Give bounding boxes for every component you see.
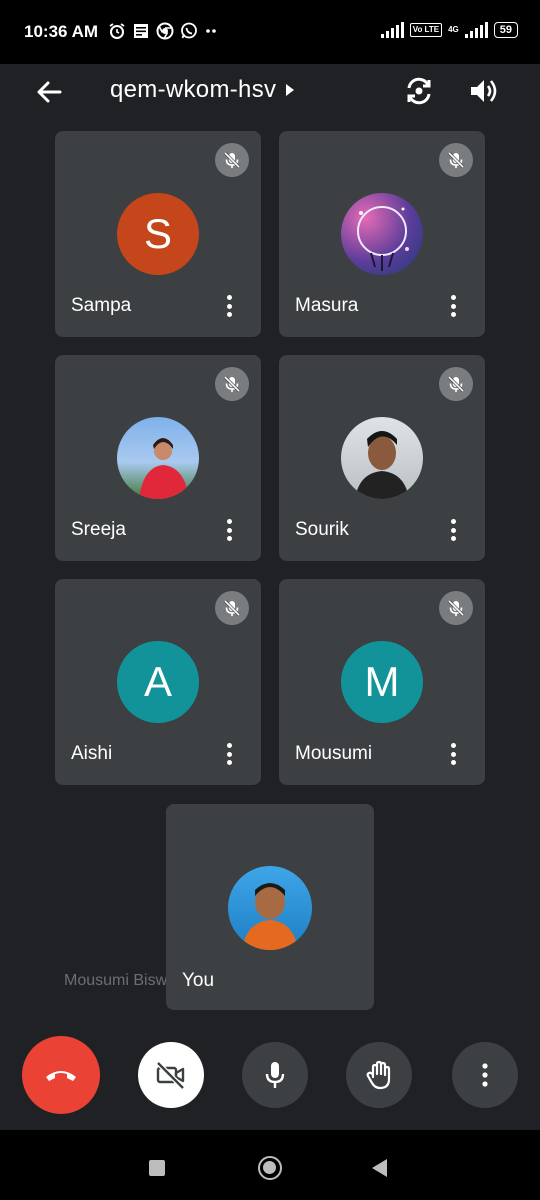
signal-icon xyxy=(380,22,404,38)
news-icon xyxy=(132,22,150,40)
system-icons: Vo LTE 4G 59 xyxy=(380,22,518,38)
phone-hangup-icon xyxy=(46,1071,76,1081)
back-button[interactable] xyxy=(32,76,68,108)
signal-icon-2 xyxy=(464,22,488,38)
avatar: S xyxy=(117,193,199,275)
avatar-photo xyxy=(139,438,189,499)
avatar-photo xyxy=(242,883,298,950)
participant-tile[interactable]: Masura xyxy=(279,131,485,337)
participant-tile[interactable]: Sourik xyxy=(279,355,485,561)
avatar-photo xyxy=(355,431,409,499)
mic-muted-icon xyxy=(215,143,249,177)
more-vertical-icon xyxy=(482,1063,488,1087)
caret-right-icon xyxy=(286,84,295,96)
meeting-header: qem-wkom-hsv xyxy=(0,64,540,120)
participant-options-button[interactable] xyxy=(443,293,463,319)
mic-muted-icon xyxy=(439,591,473,625)
avatar: A xyxy=(117,641,199,723)
participant-name: Sreeja xyxy=(71,519,126,540)
participant-tile[interactable]: Sreeja xyxy=(55,355,261,561)
status-time: 10:36 AM xyxy=(24,22,99,41)
raise-hand-icon xyxy=(366,1060,391,1090)
meeting-code: qem-wkom-hsv xyxy=(110,76,277,103)
speaker-icon xyxy=(471,80,497,102)
whatsapp-icon xyxy=(180,22,198,40)
system-navigation-bar xyxy=(0,1130,540,1200)
participant-name: Masura xyxy=(295,295,359,316)
participant-options-button[interactable] xyxy=(219,741,239,767)
participant-name: Sampa xyxy=(71,295,132,316)
mic-muted-icon xyxy=(439,143,473,177)
more-options-button[interactable] xyxy=(452,1042,518,1108)
mic-muted-icon xyxy=(215,591,249,625)
speaker-button[interactable] xyxy=(466,74,500,108)
battery-indicator: 59 xyxy=(493,22,518,38)
avatar-photo xyxy=(357,206,409,271)
participant-tile[interactable]: A Aishi xyxy=(55,579,261,785)
avatar: M xyxy=(341,641,423,723)
system-back-button[interactable] xyxy=(372,1159,387,1177)
participant-options-button[interactable] xyxy=(443,741,463,767)
switch-camera-button[interactable] xyxy=(402,74,436,108)
microphone-button[interactable] xyxy=(242,1042,308,1108)
end-call-button[interactable] xyxy=(22,1036,100,1114)
self-label: You xyxy=(182,970,215,991)
recents-button[interactable] xyxy=(149,1160,165,1176)
meeting-code-button[interactable]: qem-wkom-hsv xyxy=(110,76,295,104)
more-notifications-icon xyxy=(204,22,218,40)
participant-name: Sourik xyxy=(295,519,349,540)
avatar xyxy=(341,417,423,499)
participant-tile[interactable]: M Mousumi xyxy=(279,579,485,785)
home-button[interactable] xyxy=(258,1156,282,1180)
alarm-icon xyxy=(108,22,126,40)
participant-name: Mousumi xyxy=(295,743,373,764)
camera-toggle-button[interactable] xyxy=(138,1042,204,1108)
participant-name: Aishi xyxy=(71,743,113,764)
self-tile[interactable]: You xyxy=(166,804,374,1010)
volte-badge: Vo LTE xyxy=(409,23,443,37)
participant-options-button[interactable] xyxy=(443,517,463,543)
avatar xyxy=(341,193,423,275)
self-avatar xyxy=(228,866,312,950)
mic-muted-icon xyxy=(215,367,249,401)
notification-icons xyxy=(108,22,218,40)
switch-camera-icon xyxy=(407,77,431,105)
camera-off-icon xyxy=(156,1061,185,1090)
participant-tile[interactable]: S Sampa xyxy=(55,131,261,337)
participant-options-button[interactable] xyxy=(219,517,239,543)
arrow-left-icon xyxy=(37,81,62,103)
microphone-icon xyxy=(265,1062,285,1088)
status-bar: 10:36 AM Vo LTE 4G 59 xyxy=(0,0,540,64)
participant-options-button[interactable] xyxy=(219,293,239,319)
network-4g-badge: 4G xyxy=(448,25,459,34)
avatar xyxy=(117,417,199,499)
mic-muted-icon xyxy=(439,367,473,401)
chrome-icon xyxy=(156,22,174,40)
raise-hand-button[interactable] xyxy=(346,1042,412,1108)
